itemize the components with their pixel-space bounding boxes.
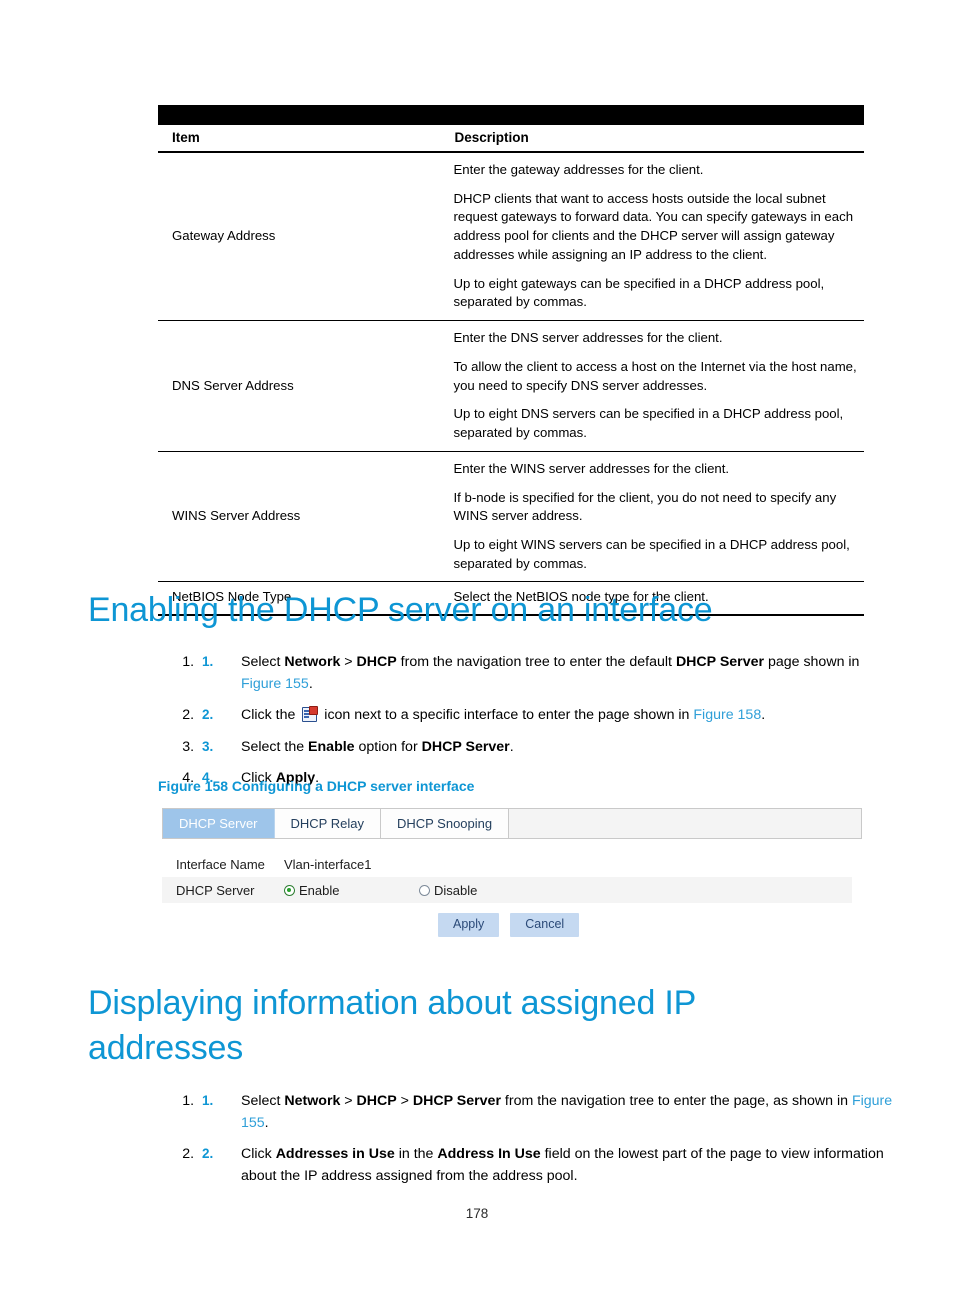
emphasis-text: Enable: [308, 738, 355, 755]
tab-dhcp-server[interactable]: DHCP Server: [163, 809, 275, 838]
form-button-row: Apply Cancel: [162, 913, 852, 937]
tab-dhcp-relay[interactable]: DHCP Relay: [275, 809, 381, 838]
cell-item: Gateway Address: [172, 228, 276, 244]
page-number: 178: [465, 1206, 489, 1221]
emphasis-text: DHCP: [356, 654, 397, 670]
radio-disable-icon[interactable]: [419, 884, 430, 896]
cancel-button[interactable]: Cancel: [510, 913, 580, 937]
value-interface-name: Vlan-interface1: [284, 856, 372, 872]
step-text: in the: [394, 1146, 438, 1163]
description-paragraph: Enter the gateway addresses for the clie…: [453, 162, 704, 177]
table-row: WINS Server Address Enter the WINS serve…: [158, 451, 864, 582]
step-text: Select: [241, 1093, 285, 1109]
radio-enable-label: Enable: [299, 882, 340, 898]
step-text: .: [509, 738, 514, 755]
step-item: 2. Click the icon next to a specific inte…: [198, 705, 898, 727]
emphasis-text: DHCP: [356, 1093, 397, 1109]
step-text: Select: [241, 654, 285, 670]
step-text: from the navigation tree to enter the pa…: [500, 1093, 852, 1109]
radio-disable-label: Disable: [434, 882, 478, 898]
step-text: option for: [354, 738, 422, 755]
step-text: >: [396, 1093, 413, 1109]
table-top-rule: [158, 105, 864, 125]
step-number: 1.: [202, 654, 214, 669]
column-header-description: Description: [454, 130, 529, 145]
description-paragraph: Enter the DNS server addresses for the c…: [453, 330, 723, 346]
description-paragraph: Up to eight WINS servers can be specifie…: [453, 537, 850, 571]
dhcp-server-form: Interface Name Vlan-interface1 DHCP Serv…: [162, 851, 852, 937]
emphasis-text: DHCP Server: [412, 1093, 501, 1109]
step-number: 1.: [202, 1093, 214, 1108]
table-row: DNS Server Address Enter the DNS server …: [158, 321, 864, 452]
emphasis-text: DHCP Server: [421, 738, 510, 755]
tab-bar-filler: [509, 809, 861, 838]
figure-cross-reference[interactable]: Figure 158: [693, 707, 761, 723]
step-number: 2.: [202, 1146, 214, 1162]
table-row: Gateway Address Enter the gateway addres…: [158, 152, 864, 321]
radio-option-disable[interactable]: Disable: [419, 883, 554, 898]
table-header-row: Item Description: [158, 125, 864, 152]
step-item: 2. Click Addresses in Use in the Address …: [198, 1144, 898, 1187]
step-text: Click: [241, 1146, 276, 1163]
cell-description: Enter the WINS server addresses for the …: [441, 451, 865, 582]
step-number: 3.: [202, 738, 214, 754]
tab-dhcp-snooping[interactable]: DHCP Snooping: [381, 809, 510, 838]
step-number: 2.: [202, 707, 214, 723]
figure-cross-reference[interactable]: Figure 155: [241, 676, 309, 692]
emphasis-text: Address In Use: [437, 1146, 541, 1163]
step-text: Select the: [241, 738, 309, 755]
form-row-interface-name: Interface Name Vlan-interface1: [162, 851, 852, 877]
table-body: Gateway Address Enter the gateway addres…: [158, 152, 864, 616]
interface-config-page-icon: [301, 706, 319, 723]
step-text: .: [761, 707, 766, 724]
emphasis-text: Network: [284, 654, 341, 670]
steps-list-enabling: 1. Select Network > DHCP from the navigat…: [158, 652, 898, 790]
description-paragraph: Up to eight gateways can be specified in…: [453, 275, 825, 310]
cell-description: Enter the DNS server addresses for the c…: [441, 321, 865, 452]
description-paragraph: To allow the client to access a host on …: [453, 358, 857, 393]
description-paragraph: DHCP clients that want to access hosts o…: [453, 190, 854, 262]
radio-enable-icon[interactable]: [284, 884, 295, 896]
step-text: Click the: [241, 707, 300, 724]
emphasis-text: DHCP Server: [675, 654, 764, 670]
description-paragraph: Up to eight DNS servers can be specified…: [453, 406, 844, 441]
steps-list-displaying: 1. Select Network > DHCP > DHCP Server fr…: [158, 1091, 898, 1187]
apply-button[interactable]: Apply: [438, 913, 500, 937]
description-paragraph: Enter the WINS server addresses for the …: [453, 460, 730, 476]
section-heading-displaying-assigned-ip: Displaying information about assigned IP…: [88, 984, 696, 1068]
form-row-dhcp-server: DHCP Server Enable Disable: [162, 877, 852, 903]
step-text: icon next to a specific interface to ent…: [320, 707, 694, 724]
step-item: 1. Select Network > DHCP from the navigat…: [198, 652, 898, 695]
step-text: page shown in: [764, 654, 860, 670]
cell-item: WINS Server Address: [172, 508, 301, 524]
step-text: .: [308, 675, 313, 692]
tab-bar: DHCP Server DHCP Relay DHCP Snooping: [162, 808, 862, 839]
step-text: .: [264, 1114, 269, 1131]
section-heading-enabling-dhcp-server: Enabling the DHCP server on an interface: [88, 591, 713, 629]
cell-item: DNS Server Address: [172, 377, 294, 393]
step-text: >: [340, 654, 357, 670]
column-header-item: Item: [172, 130, 200, 145]
table-head: Item Description: [158, 105, 864, 152]
parameter-description-table: Item Description Gateway Address Enter t…: [158, 105, 864, 616]
figure-158-dhcp-server-interface: DHCP Server DHCP Relay DHCP Snooping Int…: [162, 808, 862, 937]
emphasis-text: Network: [284, 1093, 341, 1109]
description-paragraph: If b-node is specified for the client, y…: [453, 489, 837, 524]
figure-caption-158: Figure 158 Configuring a DHCP server int…: [158, 778, 475, 794]
step-item: 3. Select the Enable option for DHCP Serv…: [198, 737, 898, 759]
label-dhcp-server: DHCP Server: [176, 882, 255, 898]
emphasis-text: Addresses in Use: [275, 1146, 395, 1163]
cell-description: Enter the gateway addresses for the clie…: [441, 152, 865, 321]
step-text: >: [340, 1093, 357, 1109]
radio-option-enable[interactable]: Enable: [284, 883, 419, 898]
step-text: from the navigation tree to enter the de…: [396, 654, 676, 670]
step-item: 1. Select Network > DHCP > DHCP Server fr…: [198, 1091, 898, 1134]
label-interface-name: Interface Name: [176, 856, 265, 872]
